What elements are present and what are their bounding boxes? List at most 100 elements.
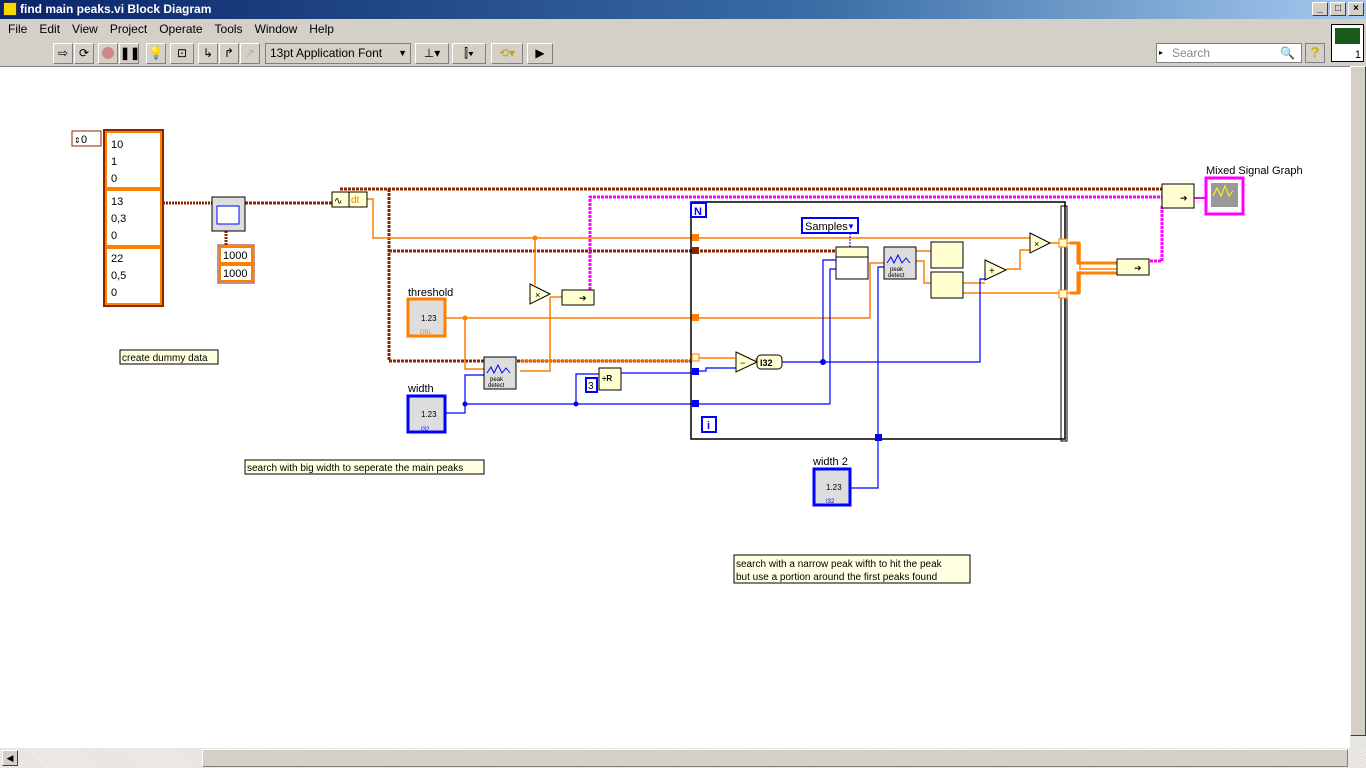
subtract-node[interactable]: − [735,351,759,373]
add-node[interactable]: + [984,259,1008,281]
maximize-button[interactable]: □ [1330,2,1346,16]
retain-wire-values-icon[interactable]: ⊡ [170,43,194,64]
array-index-spinner-icon[interactable]: ⇕ [74,136,81,145]
cluster-value[interactable]: 1 [111,156,117,168]
quotient-remainder-node[interactable]: 3 ÷R [585,367,622,393]
wires [163,187,1206,489]
index-array-node[interactable] [930,241,964,269]
cluster-value[interactable]: 0 [111,287,117,299]
multiply-node-2[interactable]: × [1029,232,1052,254]
simulate-signal-node[interactable] [211,196,246,232]
loop-tunnel [692,247,699,254]
search-options-icon[interactable]: ▸ [1159,44,1163,62]
step-into-icon[interactable]: ↳ [198,43,218,64]
get-waveform-components-node[interactable]: ∿ dt [331,191,368,208]
waveform-subset-node[interactable] [835,246,869,280]
step-out-icon[interactable]: ↗ [240,43,260,64]
samples-constant[interactable]: 1000 1000 [217,244,255,284]
menu-help[interactable]: Help [303,20,340,40]
multiply-symbol: × [535,290,540,300]
menu-project[interactable]: Project [104,20,153,40]
vertical-scrollbar[interactable] [1350,66,1366,748]
menu-window[interactable]: Window [249,20,304,40]
build-arrow-icon: ➔ [1180,193,1188,203]
block-diagram-canvas[interactable]: ⇕ 0 10 1 0 13 0,3 0 22 0,5 0 1000 1000 ∿… [0,66,1350,748]
peak-detect-node-2[interactable]: peak detect [883,246,917,280]
cluster-value[interactable]: 0 [111,230,117,242]
mixed-signal-graph-indicator[interactable]: Mixed Signal Graph [1204,165,1303,216]
menu-view[interactable]: View [66,20,104,40]
clean-up-diagram-icon[interactable]: ▶ [527,43,553,64]
samples-value[interactable]: 1000 [223,268,247,280]
loop-count-terminal[interactable]: N [694,206,702,218]
comment-narrow-width[interactable]: search with a narrow peak wifth to hit t… [733,554,971,584]
run-arrow-icon[interactable]: ⇨ [53,43,73,64]
samples-value[interactable]: 1000 [223,250,247,262]
comment-text: create dummy data [122,353,208,364]
close-button[interactable]: × [1348,2,1364,16]
labview-app-icon [3,2,17,16]
menu-bar: File Edit View Project Operate Tools Win… [0,20,1330,40]
vertical-scroll-thumb[interactable] [1350,66,1366,736]
title-bar: find main peaks.vi Block Diagram _ □ × [0,0,1366,19]
threshold-control[interactable]: threshold 1.23 DBL [406,287,453,338]
menu-operate[interactable]: Operate [153,20,208,40]
cluster-value[interactable]: 10 [111,139,123,151]
width-2-value: 1.23 [826,483,842,492]
reorder-icon[interactable]: ⟲▾ [491,43,523,64]
auto-index-tunnel [691,353,700,362]
horizontal-scroll-thumb[interactable] [202,749,1348,767]
array-index[interactable]: 0 [81,134,87,146]
cluster-value[interactable]: 0 [111,173,117,185]
build-array-node[interactable]: ➔ [1161,183,1195,209]
loop-tunnel [692,400,699,407]
search-input[interactable]: ▸ Search 🔍 [1156,43,1302,63]
peak-detect-node[interactable]: peak detect [483,356,517,390]
minimize-button[interactable]: _ [1312,2,1328,16]
bundle-node[interactable]: ➔ [1116,258,1150,276]
comment-create-dummy-data[interactable]: create dummy data [119,349,219,365]
run-continuously-icon[interactable]: ⟳ [74,43,94,64]
samples-enum-constant[interactable]: Samples ▼ [801,217,859,247]
step-over-icon[interactable]: ↱ [219,43,239,64]
comment-big-width[interactable]: search with big width to seperate the ma… [244,459,485,475]
build-waveform-node[interactable]: ➔ [561,289,595,306]
cluster-value[interactable]: 13 [111,196,123,208]
cluster-value[interactable]: 22 [111,253,123,265]
multiply-node[interactable]: × [529,283,552,305]
pause-icon[interactable]: ❚❚ [119,43,140,64]
distribute-objects-icon[interactable]: ⫿▾ [452,43,486,64]
search-placeholder: Search [1172,46,1211,60]
width-2-control[interactable]: width 2 1.23 I32 [812,456,852,507]
samples-enum-value[interactable]: Samples [805,221,848,233]
highlight-execution-icon[interactable]: 💡 [146,43,166,64]
scroll-left-arrow-icon[interactable]: ◀ [2,750,18,766]
i32-label: I32 [760,358,773,368]
constant-three[interactable]: 3 [588,381,594,392]
search-icon[interactable]: 🔍 [1280,44,1295,62]
width-label: width [407,383,434,395]
menu-tools[interactable]: Tools [209,20,249,40]
threshold-label: threshold [408,287,453,299]
vi-icon[interactable]: 1 [1331,24,1364,62]
comment-text: search with a narrow peak wifth to hit t… [736,559,943,570]
chevron-down-icon[interactable]: ▼ [847,222,855,231]
menu-edit[interactable]: Edit [33,20,66,40]
waveform-icon: ∿ [334,196,342,207]
font-selector[interactable]: 13pt Application Font ▼ [265,43,411,64]
menu-file[interactable]: File [2,20,33,40]
cluster-array-constant[interactable]: ⇕ 0 10 1 0 13 0,3 0 22 0,5 0 [71,129,164,307]
cluster-value[interactable]: 0,5 [111,270,126,282]
loop-tunnel [875,434,882,441]
abort-icon[interactable] [98,43,118,64]
output-tunnel [1058,289,1068,299]
to-i32-node[interactable]: I32 [756,354,783,370]
subtract-symbol: − [740,358,745,368]
vi-icon-number: 1 [1354,49,1361,61]
context-help-button[interactable]: ? [1305,43,1325,63]
horizontal-scrollbar[interactable]: ◀ [0,748,1366,768]
width-control[interactable]: width 1.23 I32 [406,383,447,434]
index-array-node[interactable] [930,271,964,299]
cluster-value[interactable]: 0,3 [111,213,126,225]
align-objects-icon[interactable]: ⊥▾ [415,43,449,64]
